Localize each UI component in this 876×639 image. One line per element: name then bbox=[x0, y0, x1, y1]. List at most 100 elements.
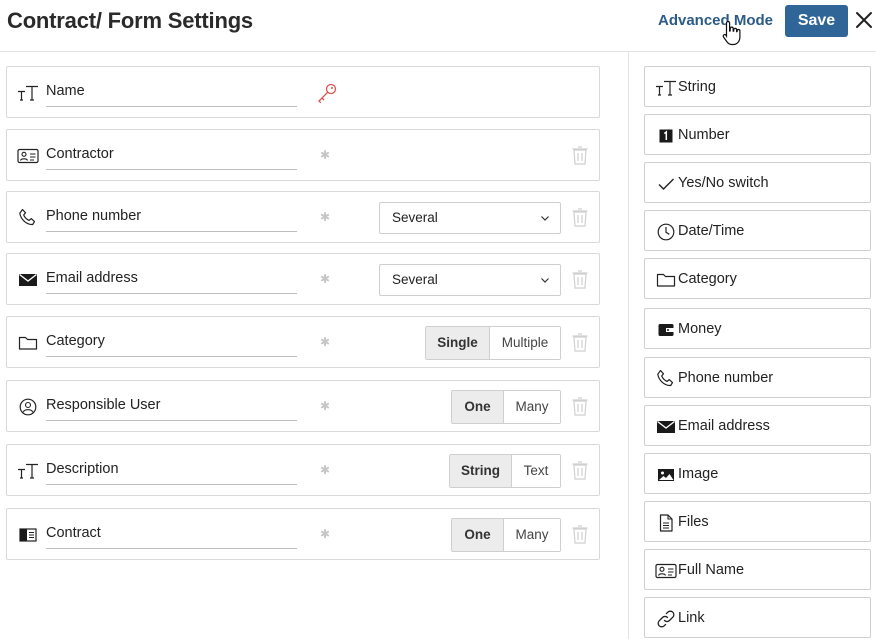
option-string[interactable]: String bbox=[450, 455, 512, 487]
text-type-icon bbox=[17, 461, 39, 481]
trash-icon[interactable] bbox=[571, 207, 589, 227]
field-row-email-address[interactable]: Email address ✱ Several bbox=[6, 253, 600, 305]
type-label: Number bbox=[678, 127, 730, 143]
close-icon[interactable] bbox=[854, 10, 874, 30]
hand-cursor-icon bbox=[722, 20, 741, 46]
trash-icon[interactable] bbox=[571, 332, 589, 352]
required-toggle[interactable]: ✱ bbox=[320, 335, 330, 349]
multiplicity-toggle: One Many bbox=[451, 390, 561, 424]
option-one[interactable]: One bbox=[452, 391, 504, 423]
type-email-address-button[interactable]: Email address bbox=[644, 405, 871, 446]
select-value: Several bbox=[392, 210, 438, 225]
required-toggle[interactable]: ✱ bbox=[320, 399, 330, 413]
multiplicity-select[interactable]: Several bbox=[379, 202, 561, 234]
field-row-responsible-user[interactable]: Responsible User ✱ One Many bbox=[6, 380, 600, 432]
folder-icon bbox=[655, 270, 677, 290]
type-label: Phone number bbox=[678, 370, 774, 386]
page-title: Contract/ Form Settings bbox=[7, 8, 253, 33]
option-one[interactable]: One bbox=[452, 519, 504, 551]
required-toggle[interactable]: ✱ bbox=[320, 527, 330, 541]
header: Contract/ Form Settings Advanced Mode Sa… bbox=[0, 0, 876, 52]
advanced-mode-link[interactable]: Advanced Mode bbox=[658, 12, 773, 29]
text-type-icon bbox=[655, 78, 677, 98]
type-label: String bbox=[678, 79, 716, 95]
id-card-icon bbox=[655, 561, 677, 581]
type-category-button[interactable]: Category bbox=[644, 258, 871, 299]
chevron-down-icon bbox=[541, 216, 549, 221]
envelope-icon bbox=[655, 417, 677, 437]
chevron-down-icon bbox=[541, 278, 549, 283]
field-row-name[interactable]: Name bbox=[6, 66, 600, 118]
type-label: Category bbox=[678, 271, 737, 287]
field-row-contract[interactable]: Contract ✱ One Many bbox=[6, 508, 600, 560]
field-row-phone-number[interactable]: Phone number ✱ Several bbox=[6, 191, 600, 243]
file-icon bbox=[655, 513, 677, 533]
id-card-icon bbox=[17, 146, 39, 166]
type-label: Money bbox=[678, 321, 722, 337]
field-name-input[interactable]: Description bbox=[46, 459, 297, 485]
option-many[interactable]: Many bbox=[504, 391, 560, 423]
field-name-input[interactable]: Email address bbox=[46, 268, 297, 294]
type-label: Yes/No switch bbox=[678, 175, 769, 191]
required-toggle[interactable]: ✱ bbox=[320, 148, 330, 162]
fields-panel: Name Contractor ✱ Phone number ✱ Several bbox=[0, 52, 628, 639]
book-icon bbox=[17, 525, 39, 545]
type-link-button[interactable]: Link bbox=[644, 597, 871, 638]
type-money-button[interactable]: Money bbox=[644, 308, 871, 349]
save-button[interactable]: Save bbox=[785, 5, 848, 37]
option-single[interactable]: Single bbox=[426, 327, 490, 359]
field-name-input[interactable]: Phone number bbox=[46, 206, 297, 232]
field-name-input[interactable]: Responsible User bbox=[46, 395, 297, 421]
field-name-input[interactable]: Name bbox=[46, 81, 297, 107]
type-label: Image bbox=[678, 466, 719, 482]
phone-icon bbox=[17, 208, 39, 228]
link-icon bbox=[655, 609, 677, 629]
field-row-contractor[interactable]: Contractor ✱ bbox=[6, 129, 600, 181]
required-toggle[interactable]: ✱ bbox=[320, 463, 330, 477]
phone-icon bbox=[655, 369, 677, 389]
field-name-input[interactable]: Category bbox=[46, 331, 297, 357]
user-circle-icon bbox=[17, 397, 39, 417]
multiplicity-toggle: Single Multiple bbox=[425, 326, 561, 360]
key-icon bbox=[318, 83, 337, 104]
multiplicity-select[interactable]: Several bbox=[379, 264, 561, 296]
text-type-toggle: String Text bbox=[449, 454, 561, 488]
multiplicity-toggle: One Many bbox=[451, 518, 561, 552]
select-value: Several bbox=[392, 272, 438, 287]
type-full-name-button[interactable]: Full Name bbox=[644, 549, 871, 590]
option-many[interactable]: Many bbox=[504, 519, 560, 551]
type-phone-number-button[interactable]: Phone number bbox=[644, 357, 871, 398]
trash-icon[interactable] bbox=[571, 524, 589, 544]
required-toggle[interactable]: ✱ bbox=[320, 272, 330, 286]
field-name-input[interactable]: Contractor bbox=[46, 144, 297, 170]
type-number-button[interactable]: Number bbox=[644, 114, 871, 155]
trash-icon[interactable] bbox=[571, 396, 589, 416]
type-label: Email address bbox=[678, 418, 770, 434]
type-date-time-button[interactable]: Date/Time bbox=[644, 210, 871, 251]
field-name-input[interactable]: Contract bbox=[46, 523, 297, 549]
number-icon bbox=[655, 126, 677, 146]
field-row-description[interactable]: Description ✱ String Text bbox=[6, 444, 600, 496]
image-icon bbox=[655, 465, 677, 485]
trash-icon[interactable] bbox=[571, 269, 589, 289]
type-label: Files bbox=[678, 514, 709, 530]
envelope-icon bbox=[17, 270, 39, 290]
trash-icon[interactable] bbox=[571, 460, 589, 480]
type-string-button[interactable]: String bbox=[644, 66, 871, 107]
type-files-button[interactable]: Files bbox=[644, 501, 871, 542]
required-toggle[interactable]: ✱ bbox=[320, 210, 330, 224]
type-yes-no-switch-button[interactable]: Yes/No switch bbox=[644, 162, 871, 203]
clock-icon bbox=[655, 222, 677, 242]
folder-icon bbox=[17, 333, 39, 353]
field-row-category[interactable]: Category ✱ Single Multiple bbox=[6, 316, 600, 368]
check-icon bbox=[655, 174, 677, 194]
type-label: Link bbox=[678, 610, 705, 626]
field-types-panel: String Number Yes/No switch Date/Time Ca… bbox=[628, 52, 876, 639]
option-multiple[interactable]: Multiple bbox=[490, 327, 560, 359]
trash-icon[interactable] bbox=[571, 145, 589, 165]
wallet-icon bbox=[655, 320, 677, 340]
type-label: Full Name bbox=[678, 562, 745, 578]
type-image-button[interactable]: Image bbox=[644, 453, 871, 494]
option-text[interactable]: Text bbox=[512, 455, 560, 487]
text-type-icon bbox=[17, 83, 39, 103]
